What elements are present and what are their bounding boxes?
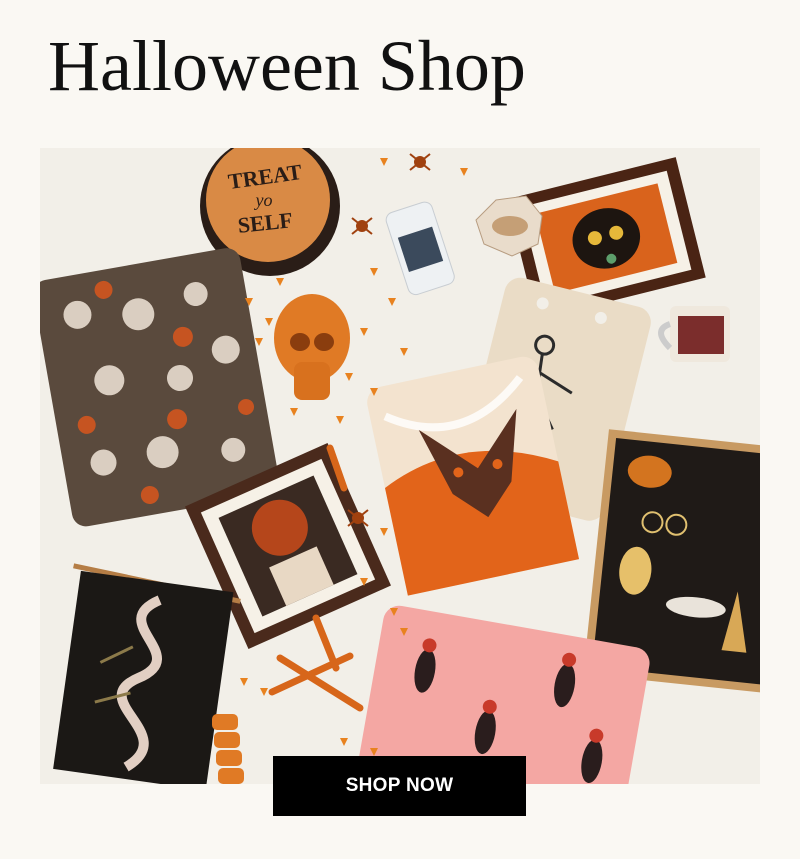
hero-product-photo[interactable]: TREAT yo SELF [40, 148, 760, 784]
tray-text-line-2: yo [254, 190, 273, 210]
shop-now-button[interactable]: SHOP NOW [273, 756, 526, 816]
patterned-mug [658, 306, 730, 362]
page-title: Halloween Shop [48, 26, 526, 106]
